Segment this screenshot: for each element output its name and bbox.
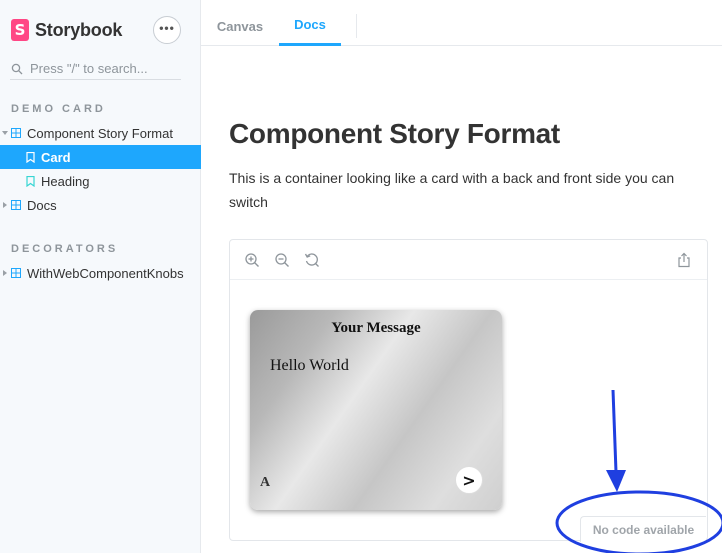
component-icon xyxy=(11,200,21,210)
caret-down-icon xyxy=(0,128,10,138)
tree-item-card[interactable]: Card xyxy=(0,145,201,169)
tree-item-label: Docs xyxy=(27,197,57,213)
storybook-brand[interactable]: S Storybook xyxy=(11,19,122,41)
tree-item-label: WithWebComponentKnobs xyxy=(27,265,184,281)
zoom-out-icon[interactable] xyxy=(274,252,290,268)
search-icon xyxy=(11,63,23,74)
story-preview: Your Message Hello World A > No code ava… xyxy=(229,239,708,542)
storybook-logo-icon: S xyxy=(11,19,29,41)
toolbar-tabs: Canvas Docs xyxy=(201,6,722,46)
tab-canvas[interactable]: Canvas xyxy=(201,6,279,46)
card-corner-letter: A xyxy=(260,475,271,490)
zoom-in-icon[interactable] xyxy=(244,252,260,268)
brand-name: Storybook xyxy=(35,19,123,40)
zoom-reset-icon[interactable] xyxy=(304,252,320,268)
tree-item-label: Card xyxy=(41,149,71,165)
search-bar xyxy=(10,58,181,80)
bookmark-icon xyxy=(26,151,35,163)
flip-card-button[interactable]: > xyxy=(455,466,483,494)
tree-item-heading[interactable]: Heading xyxy=(0,169,201,193)
show-code-button[interactable]: No code available xyxy=(580,516,706,542)
sidebar-menu-button[interactable]: ••• xyxy=(153,16,181,44)
search-input[interactable] xyxy=(30,61,180,76)
sidebar: S Storybook ••• DEMO CARD Component Stor… xyxy=(0,0,201,553)
card-body: Hello World xyxy=(270,357,349,374)
bookmark-icon xyxy=(26,175,35,187)
page-description: This is a container looking like a card … xyxy=(229,170,675,210)
tree-item-docs[interactable]: Docs xyxy=(0,193,201,217)
page-title: Component Story Format xyxy=(229,118,560,149)
tree-item-with-web-component-knobs[interactable]: WithWebComponentKnobs xyxy=(0,261,201,285)
demo-card[interactable]: Your Message Hello World A > xyxy=(250,310,502,510)
tab-docs[interactable]: Docs xyxy=(279,6,341,46)
tab-divider xyxy=(356,14,357,38)
preview-toolbar xyxy=(230,240,707,280)
caret-right-icon xyxy=(0,200,10,210)
tree-item-label: Heading xyxy=(41,173,90,189)
ellipsis-icon: ••• xyxy=(159,21,175,35)
component-icon xyxy=(11,268,21,278)
caret-right-icon xyxy=(0,268,10,278)
tree-item-component-story-format[interactable]: Component Story Format xyxy=(0,121,201,145)
section-title-demo-card: DEMO CARD xyxy=(11,103,106,115)
section-title-decorators: DECORATORS xyxy=(11,243,119,255)
component-icon xyxy=(11,128,21,138)
share-icon[interactable] xyxy=(676,252,692,268)
card-title: Your Message xyxy=(331,320,421,336)
tree-item-label: Component Story Format xyxy=(27,125,173,141)
